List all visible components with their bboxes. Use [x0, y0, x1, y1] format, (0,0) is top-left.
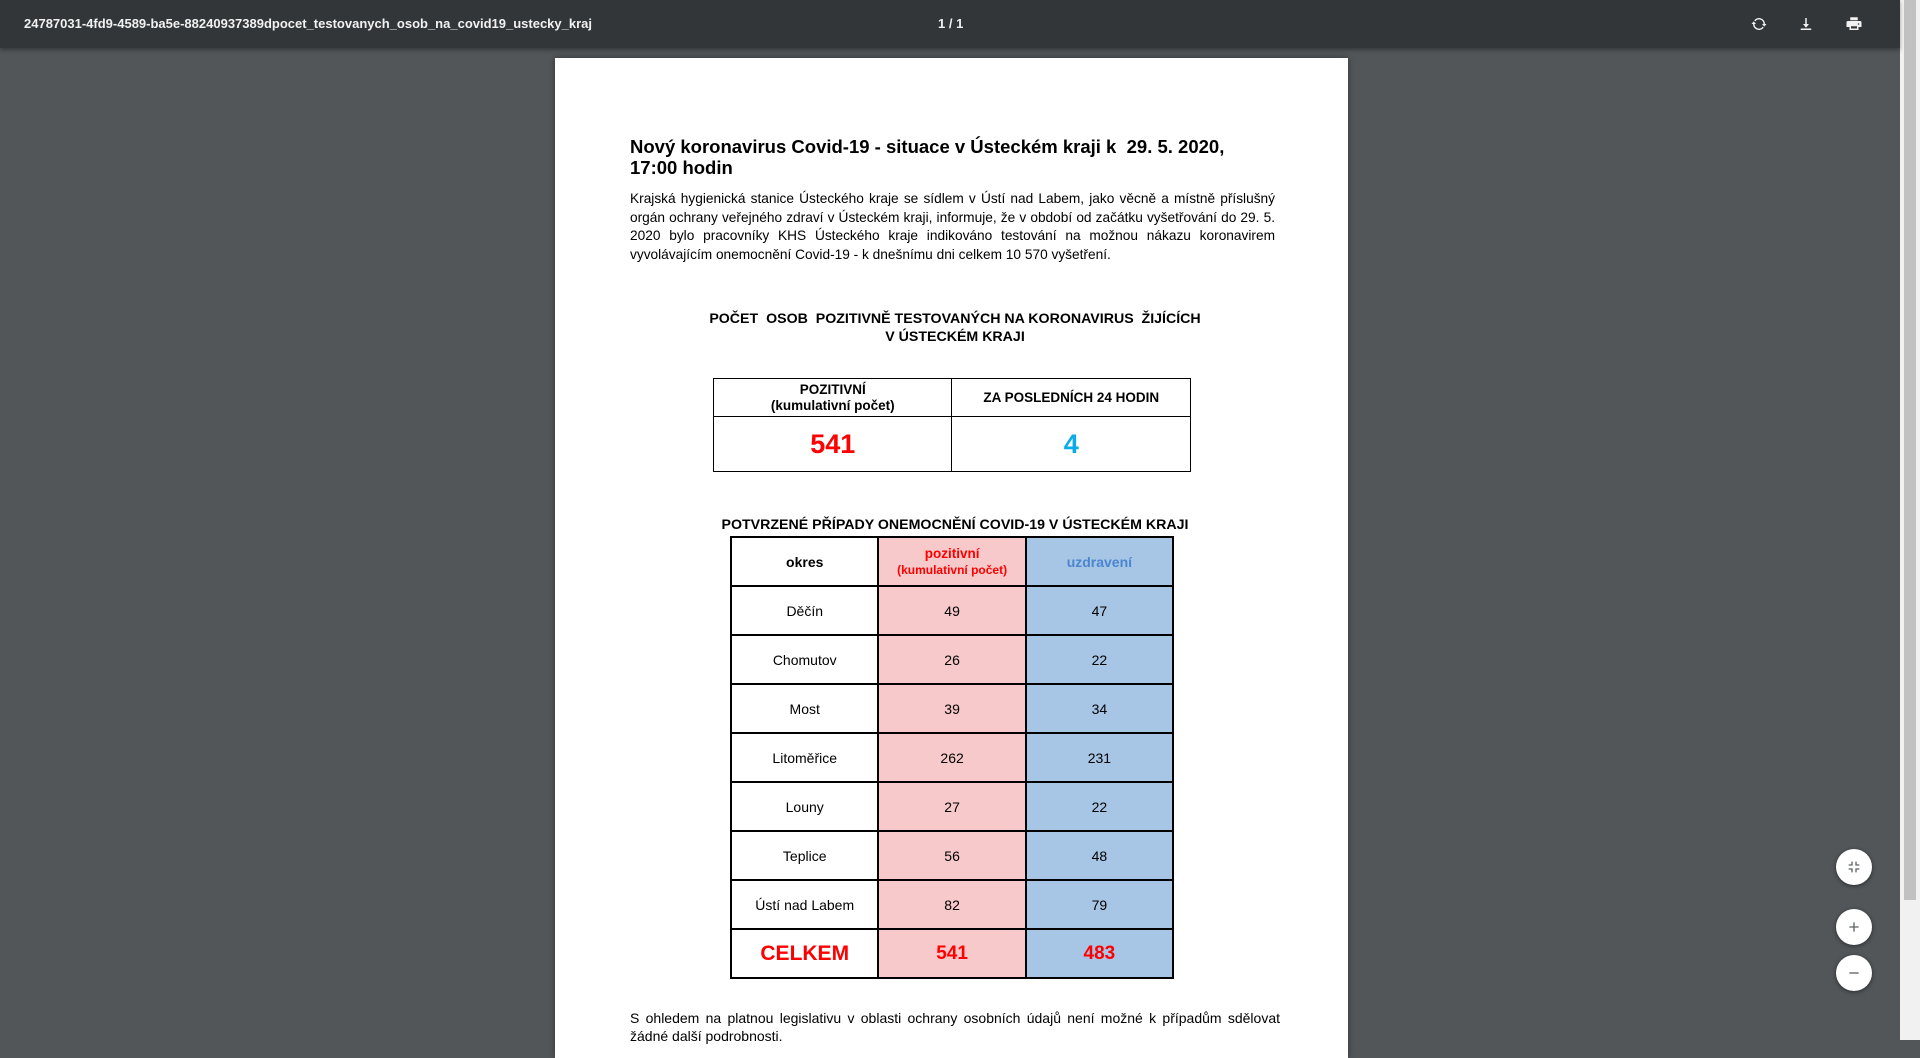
section1-title-line1: POČET OSOB POZITIVNĚ TESTOVANÝCH NA KORO…	[709, 311, 1201, 327]
district-positive: 49	[877, 585, 1027, 636]
table-row: Teplice 56 48	[729, 830, 1175, 881]
districts-table: okres pozitivní (kumulativní počet) uzdr…	[729, 536, 1175, 979]
document-title-line2: 17:00 hodin	[630, 157, 733, 178]
total-label: CELKEM	[729, 928, 880, 979]
table-row: Děčín 49 47	[729, 585, 1175, 636]
district-recovered: 34	[1024, 683, 1175, 734]
total-row: CELKEM 541 483	[729, 928, 1175, 979]
scrollbar[interactable]	[1900, 0, 1920, 1040]
district-recovered: 47	[1024, 585, 1175, 636]
table-row: Chomutov 26 22	[729, 634, 1175, 685]
district-positive: 39	[877, 683, 1027, 734]
districts-header-row: okres pozitivní (kumulativní počet) uzdr…	[729, 536, 1175, 587]
print-button[interactable]	[1838, 8, 1870, 40]
pdf-page: Nový koronavirus Covid-19 - situace v Ús…	[555, 58, 1348, 1058]
fit-page-icon	[1848, 861, 1860, 873]
district-name: Litoměřice	[729, 732, 880, 783]
district-name: Louny	[729, 781, 880, 832]
district-recovered: 231	[1024, 732, 1175, 783]
district-positive: 26	[877, 634, 1027, 685]
intro-paragraph: Krajská hygienická stanice Ústeckého kra…	[630, 191, 1275, 262]
header-okres: okres	[729, 536, 880, 587]
zoom-out-icon	[1849, 972, 1859, 974]
document-title-line1: Nový koronavirus Covid-19 - situace v Ús…	[630, 136, 1225, 157]
fit-page-button[interactable]	[1836, 849, 1872, 885]
district-positive: 27	[877, 781, 1027, 832]
district-recovered: 22	[1024, 781, 1175, 832]
table-row: Ústí nad Labem 82 79	[729, 879, 1175, 930]
summary-header-positive: POZITIVNÍ (kumulativní počet)	[712, 378, 953, 417]
summary-positive-total: 541	[712, 416, 953, 472]
district-recovered: 79	[1024, 879, 1175, 930]
header-pozitivni-line2: (kumulativní počet)	[897, 562, 1008, 577]
district-name: Teplice	[729, 830, 880, 881]
header-pozitivni-line1: pozitivní	[924, 545, 980, 561]
district-positive: 56	[877, 830, 1027, 881]
district-name: Ústí nad Labem	[729, 879, 880, 930]
section1-title: POČET OSOB POZITIVNĚ TESTOVANÝCH NA KORO…	[630, 310, 1280, 346]
download-button[interactable]	[1790, 8, 1822, 40]
district-recovered: 48	[1024, 830, 1175, 881]
summary-header-positive-line2: (kumulativní počet)	[770, 397, 895, 413]
section2-title: POTVRZENÉ PŘÍPADY ONEMOCNĚNÍ COVID-19 V …	[721, 517, 1189, 533]
district-recovered: 22	[1024, 634, 1175, 685]
district-name: Most	[729, 683, 880, 734]
section1-title-line2: V ÚSTECKÉM KRAJI	[885, 329, 1025, 345]
scroll-thumb[interactable]	[1904, 0, 1916, 900]
summary-table: POZITIVNÍ (kumulativní počet) ZA POSLEDN…	[712, 378, 1191, 472]
table-row: Most 39 34	[729, 683, 1175, 734]
summary-header-positive-line1: POZITIVNÍ	[799, 381, 866, 397]
file-title: 24787031-4fd9-4589-ba5e-88240937389dpoce…	[24, 16, 593, 31]
rotate-button[interactable]	[1743, 8, 1775, 40]
document-title: Nový koronavirus Covid-19 - situace v Ús…	[630, 136, 1270, 178]
zoom-in-button[interactable]	[1836, 909, 1872, 945]
print-icon	[1846, 17, 1862, 30]
header-pozitivni: pozitivní (kumulativní počet)	[877, 536, 1027, 587]
table-row: Louny 27 22	[729, 781, 1175, 832]
table-row: Litoměřice 262 231	[729, 732, 1175, 783]
district-positive: 262	[877, 732, 1027, 783]
summary-header-24h: ZA POSLEDNÍCH 24 HODIN	[951, 378, 1191, 417]
district-positive: 82	[877, 879, 1027, 930]
download-icon	[1800, 18, 1812, 30]
rotate-icon	[1751, 18, 1767, 30]
zoom-in-icon	[1849, 922, 1859, 932]
summary-last-24h: 4	[951, 416, 1191, 472]
district-name: Chomutov	[729, 634, 880, 685]
header-uzdraveni: uzdravení	[1024, 536, 1175, 587]
page-indicator: 1 / 1	[938, 16, 964, 31]
total-positive: 541	[877, 928, 1027, 979]
pdf-toolbar: 24787031-4fd9-4589-ba5e-88240937389dpoce…	[0, 0, 1900, 48]
total-recovered: 483	[1024, 928, 1175, 979]
district-name: Děčín	[729, 585, 880, 636]
zoom-out-button[interactable]	[1836, 955, 1872, 991]
